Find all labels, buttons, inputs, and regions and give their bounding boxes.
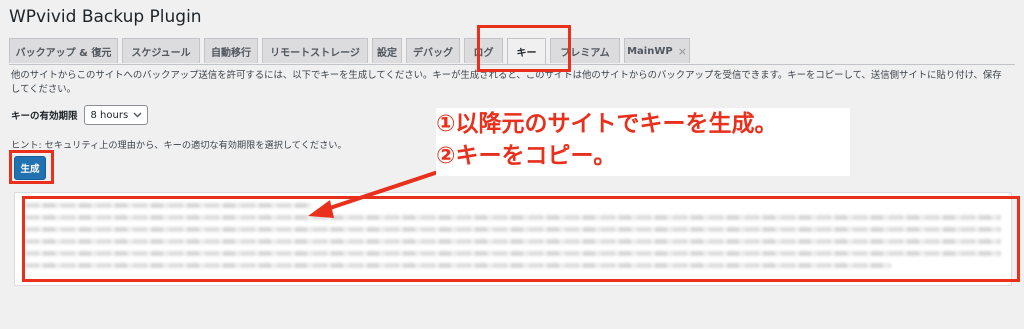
highlight-key-box [22,196,1020,282]
key-description: 他のサイトからこのサイトへのバックアップ送信を許可するには、以下でキーを生成して… [11,70,1002,95]
highlight-key-tab [477,25,571,72]
annotation-step-1: ①以降元のサイトでキーを生成。 [436,111,778,137]
expiry-label: キーの有効期限 [11,111,78,122]
tab-debug[interactable]: デバッグ [406,38,460,63]
annotation-step-2: ②キーをコピー。 [436,143,617,169]
highlight-generate-button [9,150,54,184]
tab-schedule[interactable]: スケジュール [122,38,200,63]
tab-auto-migration[interactable]: 自動移行 [204,38,258,63]
tab-backup-restore[interactable]: バックアップ & 復元 [9,38,118,63]
tab-mainwp[interactable]: MainWP × [624,38,690,63]
expiry-hint: ヒント: セキュリティ上の理由から、キーの適切な有効期限を選択してください。 [11,140,347,151]
close-icon[interactable]: × [678,45,687,58]
tab-settings[interactable]: 設定 [372,38,402,63]
tab-mainwp-label: MainWP [627,45,673,57]
expiry-row: キーの有効期限 8 hours [11,104,148,126]
chevron-down-icon [133,112,142,118]
tab-remote-storage[interactable]: リモートストレージ [262,38,368,63]
expiry-select[interactable]: 8 hours [83,105,148,125]
expiry-select-value: 8 hours [90,109,129,121]
page-title: WPvivid Backup Plugin [9,7,202,27]
annotation-callout: ①以降元のサイトでキーを生成。 ②キーをコピー。 [436,108,850,176]
